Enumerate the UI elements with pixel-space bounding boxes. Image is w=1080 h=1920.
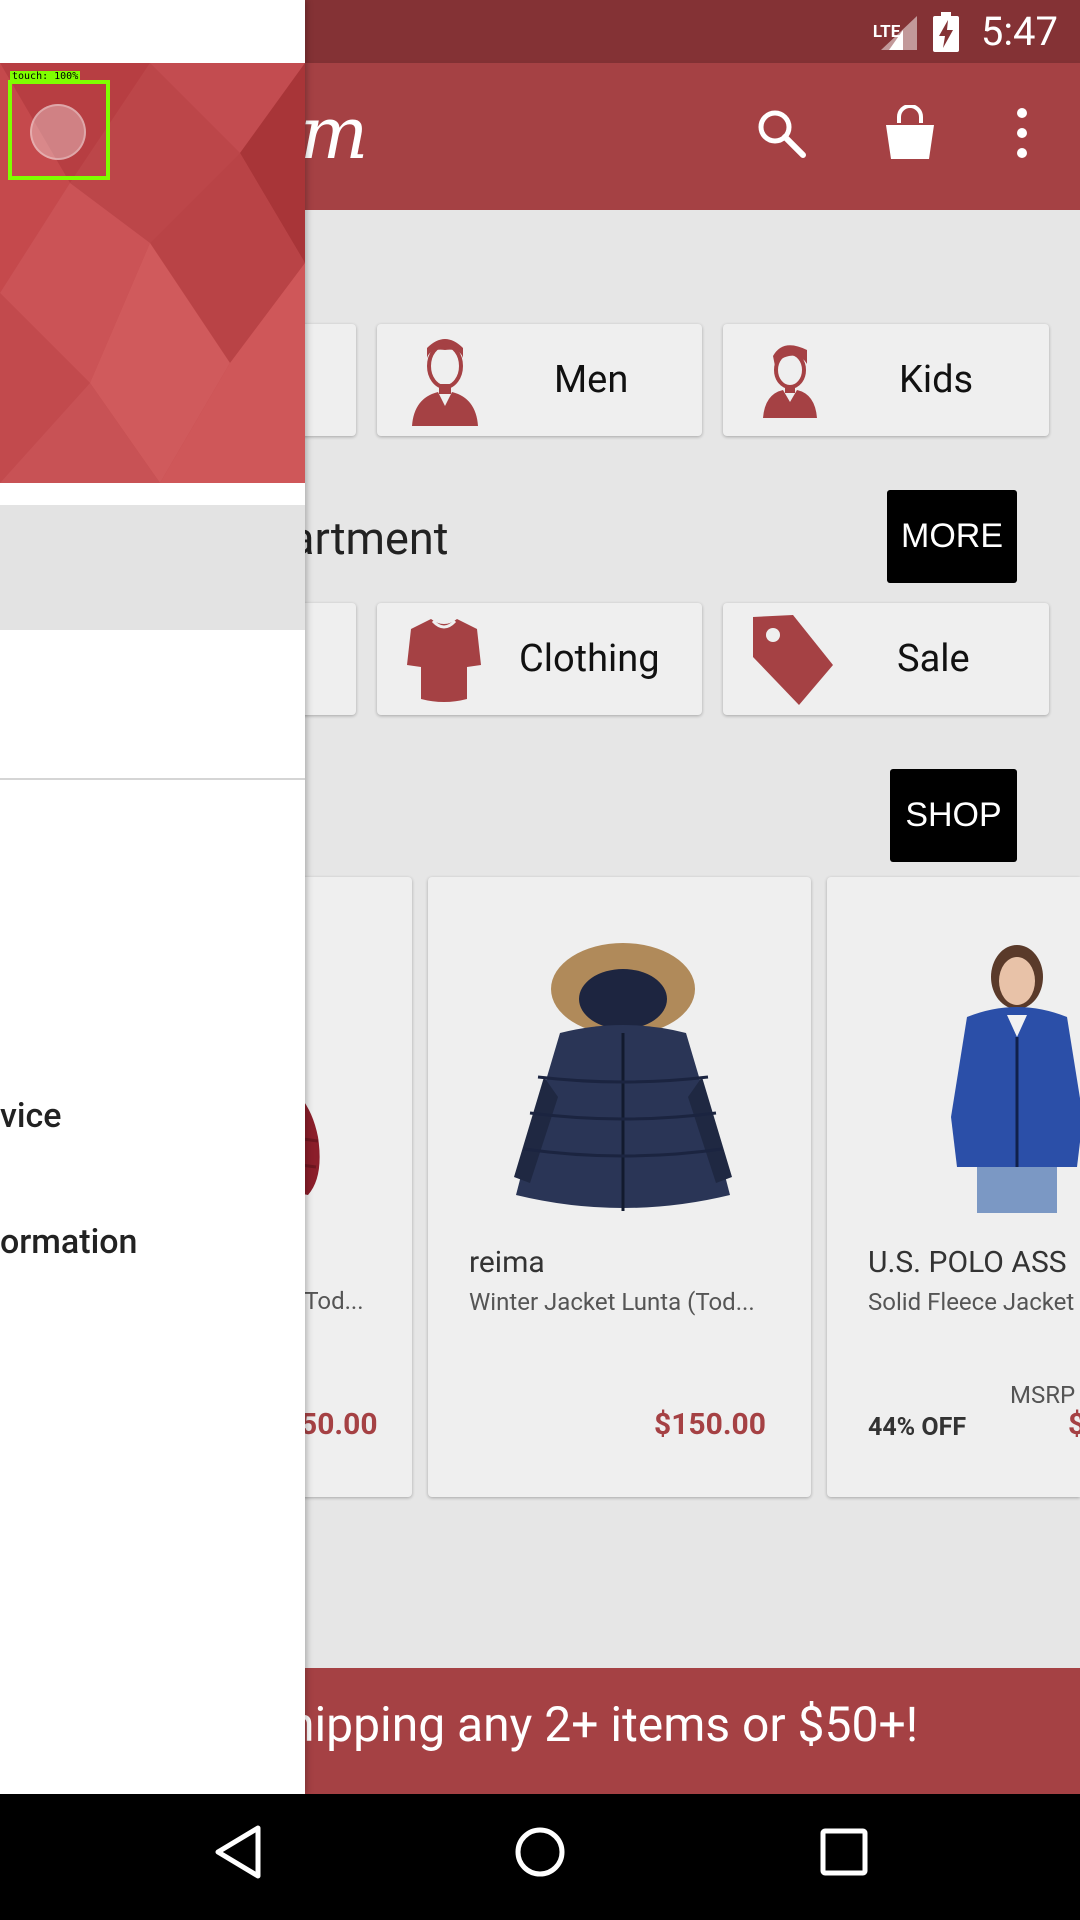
discount-label: 44% OFF	[868, 1413, 967, 1442]
search-icon[interactable]	[755, 107, 807, 159]
department-label: Sale	[897, 637, 970, 681]
promo-text: hipping any 2+ items or $50+!	[288, 1696, 919, 1753]
touch-indicator-label: touch: 100%	[10, 71, 81, 82]
back-icon[interactable]	[212, 1822, 264, 1882]
msrp-label: MSRP	[1010, 1381, 1076, 1409]
category-label: Men	[554, 358, 629, 402]
kid-icon	[763, 345, 817, 418]
lte-signal-icon: LTE	[873, 12, 919, 52]
product-price: $	[1068, 1407, 1080, 1442]
home-icon[interactable]	[512, 1822, 568, 1882]
product-brand: reima	[469, 1245, 545, 1280]
department-tile-clothing[interactable]: Clothing	[377, 603, 702, 715]
drawer-divider	[0, 778, 305, 780]
recent-apps-icon[interactable]	[818, 1822, 870, 1882]
avatar[interactable]	[30, 104, 86, 160]
system-navigation-bar	[0, 1794, 1080, 1920]
product-price: 50.00	[300, 1407, 378, 1442]
battery-charging-icon	[932, 11, 959, 52]
status-icons: LTE 5:47	[873, 0, 1058, 63]
department-section-title: artment	[290, 512, 449, 565]
product-image	[514, 943, 732, 1211]
shirt-icon	[407, 619, 481, 702]
tag-icon	[753, 615, 833, 705]
shopping-bag-icon[interactable]	[882, 105, 938, 161]
more-button[interactable]: MORE	[887, 490, 1017, 583]
product-brand: U.S. POLO ASS	[868, 1245, 1067, 1280]
product-image	[951, 945, 1080, 1213]
app-logo[interactable]: m	[300, 91, 368, 175]
navigation-drawer: touch: 100% vice ormation	[0, 0, 305, 1794]
man-icon	[412, 339, 478, 426]
product-price: $150.00	[654, 1407, 766, 1442]
product-name: (Tod...	[296, 1287, 364, 1315]
category-tile-kids[interactable]: Kids	[723, 324, 1049, 436]
product-name: Solid Fleece Jacket	[868, 1288, 1075, 1316]
department-label: Clothing	[519, 637, 660, 681]
drawer-item-customer-service[interactable]: vice	[0, 1096, 62, 1136]
drawer-item-selected[interactable]	[0, 505, 305, 630]
department-tile-sale[interactable]: Sale	[723, 603, 1049, 715]
product-card[interactable]: U.S. POLO ASS Solid Fleece Jacket MSRP 4…	[827, 877, 1080, 1497]
clock: 5:47	[980, 8, 1058, 55]
product-name: Winter Jacket Lunta (Tod...	[469, 1288, 755, 1316]
overflow-menu-icon[interactable]	[1012, 107, 1032, 159]
drawer-item-information[interactable]: ormation	[0, 1222, 137, 1262]
category-tile-men[interactable]: Men	[377, 324, 702, 436]
category-label: Kids	[899, 358, 974, 402]
shop-button[interactable]: SHOP	[890, 769, 1017, 862]
product-card[interactable]: reima Winter Jacket Lunta (Tod... $150.0…	[428, 877, 811, 1497]
